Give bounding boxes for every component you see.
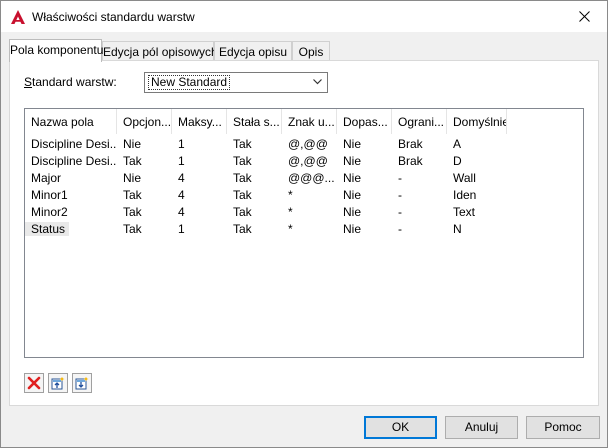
close-button[interactable] <box>561 1 607 32</box>
close-icon <box>579 11 590 22</box>
tab-pola-komponentu[interactable]: Pola komponentu <box>9 39 103 62</box>
table-cell: - <box>398 171 402 185</box>
window-title: Właściwości standardu warstw <box>32 10 195 24</box>
cancel-button[interactable]: Anuluj <box>445 416 518 439</box>
column-header[interactable]: Opcjon... <box>117 109 172 134</box>
table-cell: @@@... <box>288 171 335 185</box>
table-header: Nazwa pola Opcjon... Maksy... Stała s...… <box>25 109 583 134</box>
table-cell: Nie <box>123 171 142 185</box>
table-cell: - <box>398 222 402 236</box>
table-row[interactable]: Status Tak 1 Tak * Nie - N <box>25 221 583 238</box>
tab-panel: Standard warstw: New Standard Nazwa pola… <box>9 60 599 406</box>
fields-table[interactable]: Nazwa pola Opcjon... Maksy... Stała s...… <box>24 108 584 358</box>
table-cell: Discipline Desi... <box>31 137 117 151</box>
table-row[interactable]: Discipline Desi... Tak 1 Tak @,@@ Nie Brak D <box>25 153 583 170</box>
column-header[interactable]: Stała s... <box>227 109 282 134</box>
table-cell: @,@@ <box>288 154 328 168</box>
table-cell: Text <box>453 205 476 219</box>
column-header[interactable]: Nazwa pola <box>25 109 117 134</box>
table-cell: - <box>398 205 402 219</box>
title-bar[interactable]: Właściwości standardu warstw <box>1 1 607 32</box>
table-cell: Minor2 <box>31 205 68 219</box>
autocad-logo-icon <box>10 9 26 25</box>
table-cell: 4 <box>178 205 185 219</box>
delete-button[interactable] <box>24 373 44 393</box>
table-cell: 1 <box>178 137 185 151</box>
table-cell: Tak <box>123 222 142 236</box>
table-cell: N <box>453 222 462 236</box>
table-cell: Tak <box>233 188 252 202</box>
table-cell: Status <box>25 222 70 236</box>
table-cell: Nie <box>343 222 362 236</box>
chevron-down-icon <box>313 79 322 85</box>
column-header[interactable]: Dopas... <box>337 109 392 134</box>
tab-opis[interactable]: Opis <box>292 41 330 61</box>
table-cell: @,@@ <box>288 137 328 151</box>
table-row[interactable]: Minor2 Tak 4 Tak * Nie - Text <box>25 204 583 221</box>
table-cell: Wall <box>453 171 476 185</box>
table-cell: Tak <box>233 205 252 219</box>
column-header[interactable]: Znak u... <box>282 109 337 134</box>
ok-button[interactable]: OK <box>364 416 437 439</box>
table-cell: Tak <box>233 171 252 185</box>
table-row[interactable]: Minor1 Tak 4 Tak * Nie - Iden <box>25 187 583 204</box>
dropdown-button[interactable] <box>309 73 327 92</box>
table-cell: Tak <box>233 137 252 151</box>
table-cell: 1 <box>178 154 185 168</box>
table-row[interactable]: Major Nie 4 Tak @@@... Nie - Wall <box>25 170 583 187</box>
table-cell: Tak <box>123 188 142 202</box>
move-up-button[interactable] <box>48 373 68 393</box>
help-button[interactable]: Pomoc <box>526 416 600 439</box>
table-cell: Nie <box>123 137 142 151</box>
table-cell: * <box>288 222 293 236</box>
table-cell: - <box>398 188 402 202</box>
table-cell: 4 <box>178 188 185 202</box>
table-cell: Major <box>31 171 62 185</box>
table-cell: Nie <box>343 188 362 202</box>
tab-edycja-opisu[interactable]: Edycja opisu <box>214 41 292 61</box>
standard-select-value: New Standard <box>148 75 231 90</box>
table-cell: A <box>453 137 462 151</box>
standard-label: Standard warstw: <box>24 75 117 89</box>
table-cell: Tak <box>123 154 142 168</box>
tab-edycja-pol-opisowych[interactable]: Edycja pól opisowych <box>102 41 218 61</box>
table-cell: Tak <box>233 154 252 168</box>
column-header[interactable]: Maksy... <box>172 109 227 134</box>
table-cell: D <box>453 154 462 168</box>
table-cell: * <box>288 205 293 219</box>
column-header[interactable]: Ograni... <box>392 109 447 134</box>
table-cell: 1 <box>178 222 185 236</box>
table-row[interactable]: Discipline Desi... Nie 1 Tak @,@@ Nie Brak A <box>25 136 583 153</box>
table-cell: Tak <box>233 222 252 236</box>
table-cell: Iden <box>453 188 477 202</box>
dialog-window: Właściwości standardu warstw Pola kompon… <box>0 0 608 448</box>
table-cell: Brak <box>398 137 423 151</box>
standard-select[interactable]: New Standard <box>144 72 328 93</box>
table-cell: Brak <box>398 154 423 168</box>
table-cell: Nie <box>343 137 362 151</box>
table-cell: Nie <box>343 154 362 168</box>
table-cell: Discipline Desi... <box>31 154 117 168</box>
move-up-icon <box>51 377 65 390</box>
table-cell: Minor1 <box>31 188 68 202</box>
move-down-button[interactable] <box>72 373 92 393</box>
delete-icon <box>27 376 41 390</box>
table-cell: Nie <box>343 205 362 219</box>
table-cell: 4 <box>178 171 185 185</box>
move-down-icon <box>75 377 89 390</box>
table-cell: Nie <box>343 171 362 185</box>
table-cell: Tak <box>123 205 142 219</box>
table-cell: * <box>288 188 293 202</box>
column-header[interactable]: Domyślnie <box>447 109 507 134</box>
